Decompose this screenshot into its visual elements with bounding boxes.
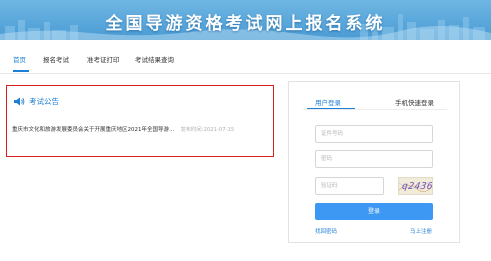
list-item: 重庆市文化和旅游发展委员会关于开展重庆地区2021年全国导游… 发布时间:2021… [12, 116, 274, 133]
captcha-image[interactable]: q2436 [398, 177, 433, 195]
announcement-link[interactable]: 重庆市文化和旅游发展委员会关于开展重庆地区2021年全国导游… [12, 127, 175, 133]
speaker-icon [14, 97, 25, 106]
tab-divider [303, 109, 447, 110]
captcha-input[interactable] [315, 177, 384, 195]
nav-item-register-exam[interactable]: 报名考试 [43, 54, 69, 64]
nav-item-home[interactable]: 首页 [13, 54, 26, 64]
login-card: 用户登录 手机快速登录 q2436 登录 找回密码 马上注册 [288, 81, 460, 243]
nav-item-results-query[interactable]: 考试结果查询 [135, 54, 174, 64]
tab-user-login[interactable]: 用户登录 [315, 97, 341, 107]
announcement-panel: 考试公告 重庆市文化和旅游发展委员会关于开展重庆地区2021年全国导游… 发布时间… [6, 85, 274, 157]
nav-item-print-admission[interactable]: 准考证打印 [87, 54, 120, 64]
main-nav: 首页 报名考试 准考证打印 考试结果查询 [0, 40, 491, 74]
active-tab-indicator [13, 70, 29, 72]
tab-phone-login[interactable]: 手机快速登录 [395, 97, 434, 107]
password-input[interactable] [315, 150, 433, 168]
login-button[interactable]: 登录 [315, 203, 433, 220]
forgot-password-link[interactable]: 找回密码 [315, 227, 337, 235]
system-title: 全国导游资格考试网上报名系统 [105, 14, 386, 34]
header-banner: 全国导游资格考试网上报名系统 [0, 0, 491, 40]
announcement-title: 考试公告 [29, 97, 59, 106]
register-link[interactable]: 马上注册 [410, 227, 432, 235]
announcement-date: 发布时间:2021-07-15 [180, 127, 235, 133]
id-number-input[interactable] [315, 125, 433, 143]
captcha-text: q2436 [401, 181, 433, 192]
active-tab-underline [307, 108, 355, 109]
